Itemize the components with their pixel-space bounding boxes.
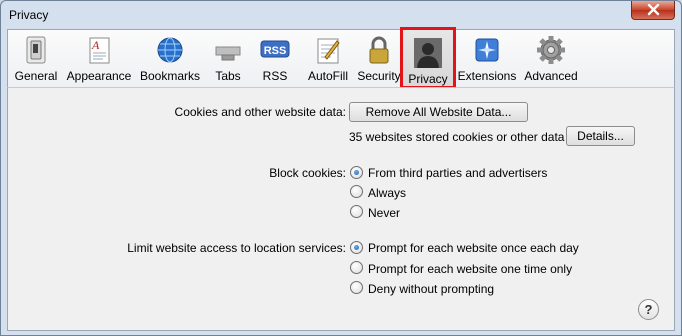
remove-all-website-data-button[interactable]: Remove All Website Data... <box>349 102 528 122</box>
gear-icon <box>537 36 565 64</box>
block-cookies-label: Block cookies: <box>269 166 346 180</box>
window-title: Privacy <box>9 8 49 22</box>
radio-label: From third parties and advertisers <box>368 166 548 180</box>
close-icon <box>647 4 660 16</box>
lock-icon <box>369 36 389 64</box>
location-services-label: Limit website access to location service… <box>127 241 346 255</box>
details-button[interactable]: Details... <box>566 126 635 146</box>
help-button[interactable]: ? <box>638 299 659 320</box>
preferences-toolbar: General A Appearance Bookmarks Tabs RSS … <box>7 27 675 89</box>
radio-label: Prompt for each website once each day <box>368 241 579 255</box>
block-cookies-always-radio[interactable] <box>350 185 363 198</box>
location-deny-radio[interactable] <box>350 281 363 294</box>
tab-rss[interactable]: RSS RSS <box>252 30 298 87</box>
tabs-icon <box>215 46 241 61</box>
tab-label: Tabs <box>215 69 241 83</box>
preferences-window: Privacy General A Appearance Bookmarks T… <box>0 0 682 336</box>
person-silhouette-icon <box>414 38 442 68</box>
tab-label: General <box>14 69 58 83</box>
tab-general[interactable]: General <box>10 30 62 87</box>
globe-icon <box>157 37 183 63</box>
tab-label: Advanced <box>524 69 578 83</box>
cookies-summary: 35 websites stored cookies or other data <box>349 130 565 144</box>
radio-label: Never <box>368 206 401 220</box>
privacy-pane: Cookies and other website data: Remove A… <box>7 87 675 331</box>
block-cookies-third-party-radio[interactable] <box>350 166 363 179</box>
location-once-each-day-radio[interactable] <box>350 241 363 254</box>
radio-label: Deny without prompting <box>368 282 495 296</box>
location-one-time-only-radio[interactable] <box>350 261 363 274</box>
tab-label: Appearance <box>66 69 132 83</box>
tab-label: RSS <box>262 69 288 83</box>
tab-label: Security <box>357 69 401 83</box>
puzzle-compass-icon <box>475 38 499 62</box>
close-button[interactable] <box>631 1 675 20</box>
tab-privacy[interactable]: Privacy <box>400 27 456 89</box>
title-bar: Privacy <box>1 1 681 31</box>
tab-bookmarks[interactable]: Bookmarks <box>136 30 204 87</box>
radio-label: Prompt for each website one time only <box>368 262 573 276</box>
tab-label: Extensions <box>457 69 517 83</box>
switch-icon <box>26 36 46 64</box>
svg-text:RSS: RSS <box>264 45 287 57</box>
pencil-form-icon <box>317 38 340 64</box>
svg-text:A: A <box>91 38 100 52</box>
tab-security[interactable]: Security <box>356 30 402 87</box>
tab-appearance[interactable]: A Appearance <box>64 30 134 87</box>
rss-icon: RSS <box>260 40 290 58</box>
tab-advanced[interactable]: Advanced <box>518 30 584 87</box>
cookies-label: Cookies and other website data: <box>174 105 346 119</box>
tab-label: AutoFill <box>307 69 348 83</box>
block-cookies-never-radio[interactable] <box>350 205 363 218</box>
tab-tabs[interactable]: Tabs <box>206 30 250 87</box>
tab-autofill[interactable]: AutoFill <box>300 30 356 87</box>
font-document-icon: A <box>89 37 110 64</box>
tab-label: Privacy <box>408 72 448 86</box>
tab-label: Bookmarks <box>139 69 201 83</box>
tab-extensions[interactable]: Extensions <box>456 30 518 87</box>
radio-label: Always <box>368 186 407 200</box>
